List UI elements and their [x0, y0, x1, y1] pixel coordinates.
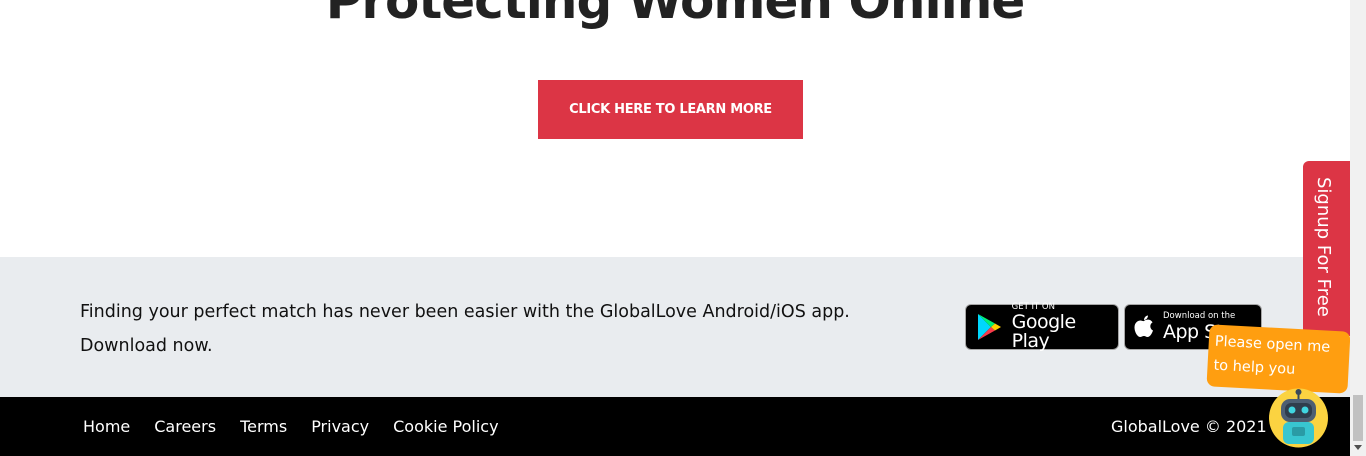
app-promo-line-2: Download now. — [80, 336, 213, 356]
app-promo-line-1: Finding your perfect match has never bee… — [80, 302, 850, 322]
app-promo-text: Finding your perfect match has never bee… — [80, 295, 910, 363]
footer-link-careers[interactable]: Careers — [154, 417, 216, 436]
footer-nav: Home Careers Terms Privacy Cookie Policy — [83, 397, 499, 456]
scrollbar-thumb[interactable] — [1353, 395, 1363, 441]
app-download-section: Finding your perfect match has never bee… — [0, 257, 1350, 397]
signup-tab[interactable]: Signup For Free — [1303, 161, 1350, 336]
google-play-icon — [966, 313, 1012, 341]
robot-assistant-icon[interactable] — [1268, 388, 1329, 448]
footer-link-home[interactable]: Home — [83, 417, 130, 436]
hero-title: Protecting Women Online — [325, 0, 1026, 30]
signup-tab-label: Signup For Free — [1313, 177, 1334, 317]
app-store-small-text: Download on the — [1163, 311, 1236, 322]
scroll-down-arrow-icon[interactable] — [1354, 445, 1362, 450]
apple-icon — [1125, 314, 1163, 340]
footer-link-terms[interactable]: Terms — [240, 417, 287, 436]
google-play-badge[interactable]: GET IT ON Google Play — [965, 301, 1119, 353]
page-scrollbar[interactable] — [1350, 0, 1366, 456]
site-footer: Home Careers Terms Privacy Cookie Policy… — [0, 397, 1350, 456]
help-bubble-line-1: Please open me — [1214, 333, 1331, 356]
help-chat-bubble[interactable]: Please open me to help you — [1206, 324, 1351, 394]
hero-section: Protecting Women Online CLICK HERE TO LE… — [0, 0, 1350, 257]
footer-link-privacy[interactable]: Privacy — [311, 417, 369, 436]
help-bubble-line-2: to help you — [1213, 357, 1296, 378]
copyright-text: GlobalLove © 2021 — [1111, 417, 1267, 436]
google-play-big-text: Google Play — [1011, 311, 1077, 353]
google-play-small-text: GET IT ON — [1011, 301, 1055, 312]
footer-link-cookie-policy[interactable]: Cookie Policy — [393, 417, 498, 436]
learn-more-button[interactable]: CLICK HERE TO LEARN MORE — [538, 80, 803, 139]
